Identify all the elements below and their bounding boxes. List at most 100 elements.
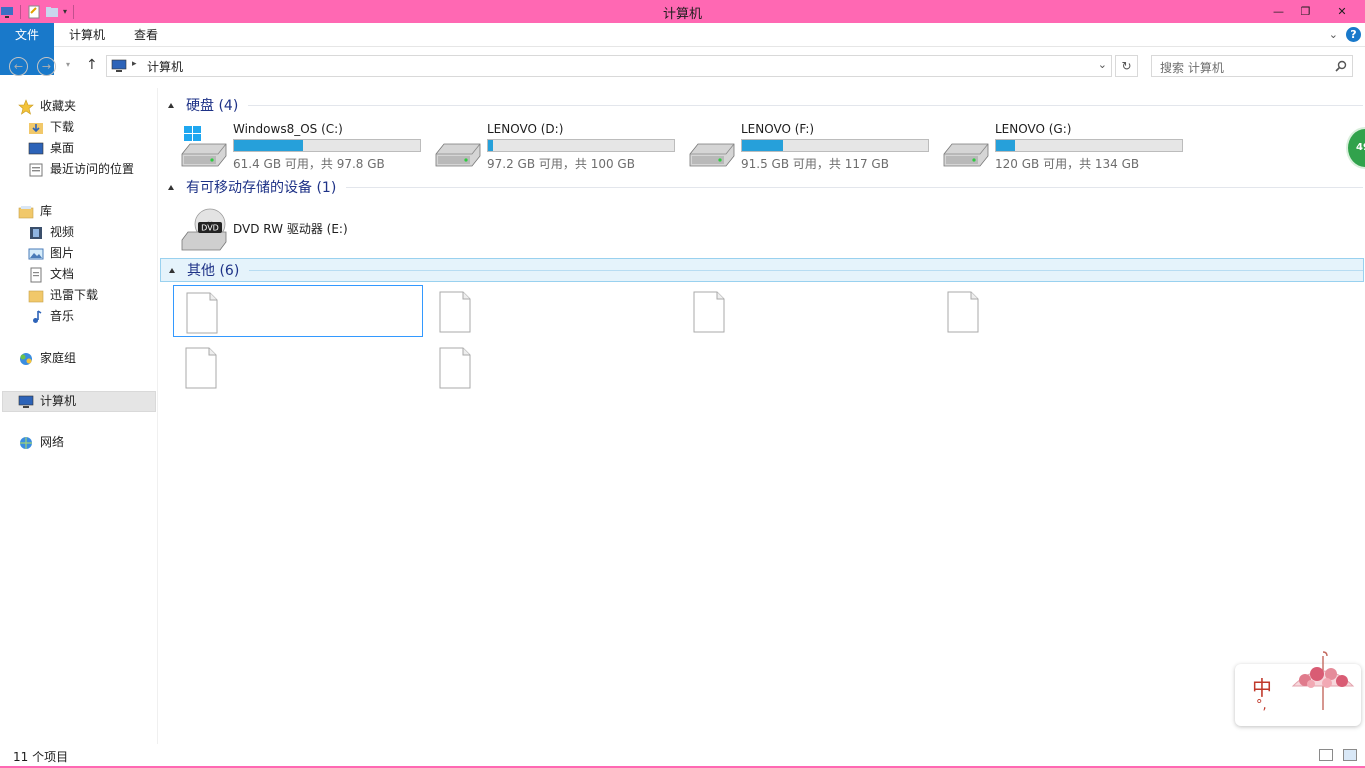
tab-computer[interactable]: 计算机 bbox=[54, 23, 120, 47]
status-bar: 11 个项目 bbox=[0, 744, 1365, 768]
drive-item-c[interactable]: Windows8_OS (C:) 61.4 GB 可用，共 97.8 GB bbox=[176, 122, 426, 172]
umbrella-decoration-icon bbox=[1291, 651, 1355, 710]
address-dropdown-icon[interactable]: ⌄ bbox=[1098, 58, 1107, 71]
refresh-button[interactable]: ↻ bbox=[1115, 55, 1138, 77]
drive-free-space: 61.4 GB 可用，共 97.8 GB bbox=[233, 157, 385, 171]
drive-name: Windows8_OS (C:) bbox=[233, 122, 343, 136]
collapse-triangle-icon[interactable] bbox=[168, 184, 174, 190]
star-icon bbox=[18, 98, 34, 115]
collapse-triangle-icon[interactable] bbox=[168, 102, 174, 108]
search-input[interactable]: 搜索 计算机 bbox=[1151, 55, 1353, 77]
drive-usage-fill bbox=[742, 140, 783, 151]
sidebar-item-desktop[interactable]: 桌面 bbox=[28, 138, 74, 159]
sidebar-item-label: 图片 bbox=[50, 246, 75, 260]
drive-free-space: 91.5 GB 可用，共 117 GB bbox=[741, 157, 889, 171]
documents-icon bbox=[30, 267, 42, 282]
sidebar-item-recent[interactable]: 最近访问的位置 bbox=[28, 159, 134, 180]
breadcrumb[interactable]: 计算机 bbox=[147, 58, 183, 75]
sidebar-item-xunlei[interactable]: 迅雷下载 bbox=[28, 285, 98, 306]
group-title: 硬盘 (4) bbox=[186, 98, 239, 114]
breadcrumb-separator-icon[interactable]: ▸ bbox=[132, 59, 137, 69]
large-icons-view-icon[interactable] bbox=[1343, 749, 1357, 761]
drive-item-g[interactable]: LENOVO (G:) 120 GB 可用，共 134 GB bbox=[938, 122, 1188, 172]
ime-punctuation-label[interactable]: °, bbox=[1256, 698, 1267, 713]
address-bar[interactable]: ▸ 计算机 ⌄ bbox=[106, 55, 1112, 77]
group-title: 其他 (6) bbox=[187, 263, 240, 279]
file-item[interactable] bbox=[935, 285, 1185, 337]
dvd-drive-icon: DVD bbox=[181, 208, 227, 251]
forward-button[interactable]: → bbox=[37, 57, 56, 76]
navigation-pane: 收藏夹 下载 桌面 最近访问的位置 库 视频 图片 文档 迅雷下载 音乐 家庭组 bbox=[0, 88, 158, 744]
blank-file-icon bbox=[693, 291, 725, 333]
file-item[interactable] bbox=[173, 285, 423, 337]
window-title: 计算机 bbox=[662, 7, 702, 22]
computer-icon bbox=[18, 395, 34, 408]
search-placeholder: 搜索 计算机 bbox=[1160, 61, 1224, 75]
music-icon bbox=[33, 309, 42, 323]
sidebar-item-music[interactable]: 音乐 bbox=[28, 306, 74, 327]
sidebar-item-label: 视频 bbox=[50, 225, 75, 239]
blank-file-icon bbox=[439, 347, 471, 389]
group-header-hard-disks[interactable]: 硬盘 (4) bbox=[160, 94, 1363, 116]
item-count: 11 个项目 bbox=[13, 750, 69, 764]
sidebar-item-label: 库 bbox=[40, 204, 53, 218]
sidebar-item-documents[interactable]: 文档 bbox=[28, 264, 74, 285]
sidebar-item-downloads[interactable]: 下载 bbox=[28, 117, 74, 138]
drive-name: LENOVO (G:) bbox=[995, 122, 1072, 136]
file-item[interactable] bbox=[427, 341, 677, 393]
drive-name: LENOVO (F:) bbox=[741, 122, 815, 136]
library-icon bbox=[18, 205, 34, 218]
dvd-drive-item[interactable]: DVD DVD RW 驱动器 (E:) bbox=[176, 204, 426, 254]
sidebar-item-label: 最近访问的位置 bbox=[50, 162, 135, 176]
drive-usage-bar bbox=[233, 139, 421, 152]
close-button[interactable]: ✕ bbox=[1319, 0, 1365, 23]
hard-drive-icon bbox=[435, 143, 481, 167]
file-item[interactable] bbox=[681, 285, 931, 337]
group-header-other[interactable]: 其他 (6) bbox=[160, 258, 1364, 282]
computer-icon bbox=[111, 59, 127, 72]
file-item[interactable] bbox=[173, 341, 423, 393]
sidebar-item-videos[interactable]: 视频 bbox=[28, 222, 74, 243]
restore-button[interactable]: ❐ bbox=[1292, 0, 1319, 23]
homegroup-icon bbox=[20, 352, 32, 365]
sidebar-item-computer[interactable]: 计算机 bbox=[2, 391, 156, 412]
hard-drive-icon bbox=[943, 143, 989, 167]
tab-view[interactable]: 查看 bbox=[120, 23, 172, 47]
sidebar-item-label: 音乐 bbox=[50, 309, 75, 323]
recent-places-icon bbox=[29, 163, 43, 176]
pictures-icon bbox=[28, 248, 44, 259]
back-button[interactable]: ← bbox=[9, 57, 28, 76]
drive-name: LENOVO (D:) bbox=[487, 122, 564, 136]
drive-item-d[interactable]: LENOVO (D:) 97.2 GB 可用，共 100 GB bbox=[430, 122, 680, 172]
file-item[interactable] bbox=[427, 285, 677, 337]
sidebar-item-homegroup[interactable]: 家庭组 bbox=[18, 348, 76, 369]
search-icon[interactable] bbox=[1335, 60, 1347, 72]
ribbon: 文件 计算机 查看 ⌄ ? bbox=[0, 23, 1365, 75]
network-icon bbox=[20, 436, 32, 449]
sidebar-item-label: 家庭组 bbox=[40, 351, 77, 365]
sidebar-item-libraries[interactable]: 库 bbox=[18, 201, 52, 222]
ime-widget[interactable]: 中 °, bbox=[1235, 651, 1361, 726]
ime-mode-label[interactable]: 中 bbox=[1252, 672, 1272, 701]
details-view-icon[interactable] bbox=[1319, 749, 1333, 761]
group-header-removable[interactable]: 有可移动存储的设备 (1) bbox=[160, 176, 1363, 198]
collapse-triangle-icon[interactable] bbox=[169, 267, 175, 273]
sidebar-item-pictures[interactable]: 图片 bbox=[28, 243, 74, 264]
video-icon bbox=[30, 226, 42, 239]
drive-item-f[interactable]: LENOVO (F:) 91.5 GB 可用，共 117 GB bbox=[684, 122, 934, 172]
sidebar-item-favorites[interactable]: 收藏夹 bbox=[18, 96, 76, 117]
sidebar-item-label: 计算机 bbox=[40, 394, 77, 408]
drive-free-space: 120 GB 可用，共 134 GB bbox=[995, 157, 1140, 171]
expand-ribbon-icon[interactable]: ⌄ bbox=[1329, 28, 1338, 41]
drive-usage-bar bbox=[741, 139, 929, 152]
up-button[interactable]: ↑ bbox=[86, 57, 98, 73]
drive-usage-bar bbox=[487, 139, 675, 152]
windows-drive-icon bbox=[181, 126, 227, 167]
content-pane: 硬盘 (4) Windows8_OS (C:) 61.4 GB 可用，共 97.… bbox=[160, 88, 1365, 744]
drive-free-space: 97.2 GB 可用，共 100 GB bbox=[487, 157, 635, 171]
sidebar-item-network[interactable]: 网络 bbox=[18, 432, 64, 453]
recent-locations-icon[interactable]: ▾ bbox=[66, 60, 70, 69]
help-icon[interactable]: ? bbox=[1346, 27, 1361, 42]
minimize-button[interactable]: — bbox=[1265, 0, 1292, 23]
download-folder-icon bbox=[29, 122, 43, 134]
